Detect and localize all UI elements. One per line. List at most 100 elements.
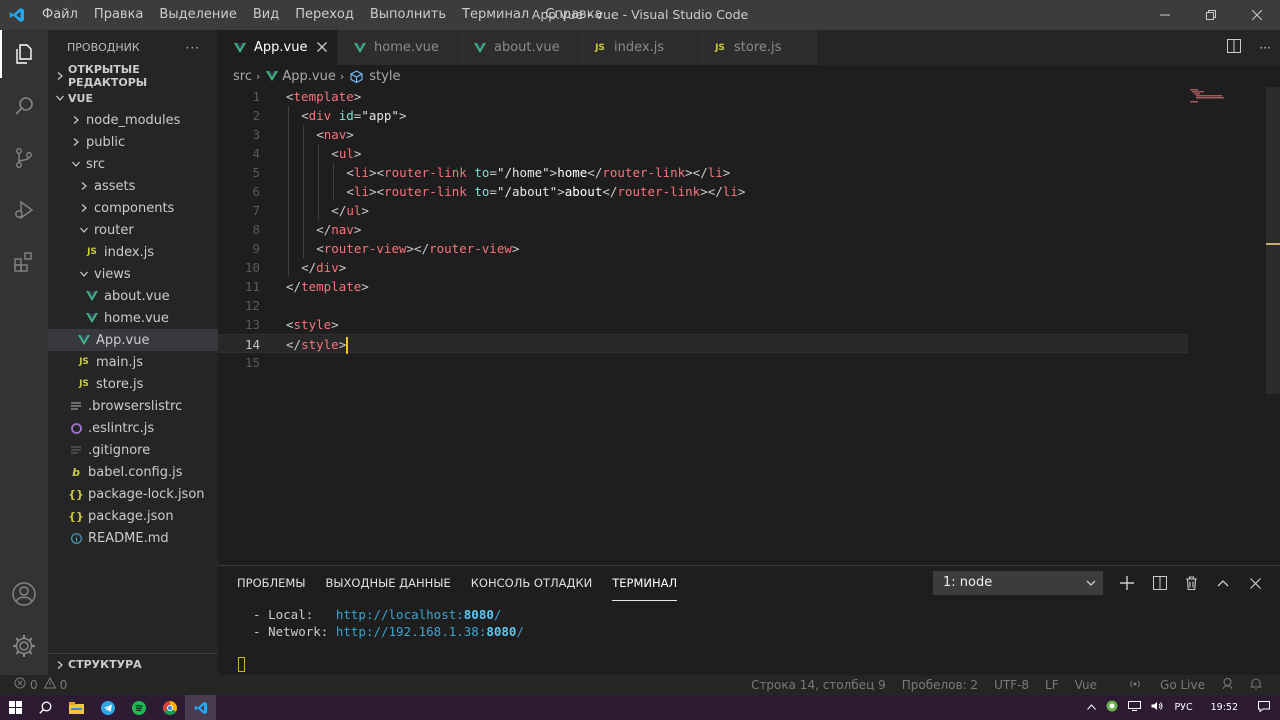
code-line: 13 <style> [218, 315, 1188, 334]
tree-file[interactable]: home.vue [48, 307, 218, 329]
editor-tab[interactable]: home.vue [338, 30, 458, 65]
source-control-icon[interactable] [0, 134, 48, 182]
menu-item[interactable]: Справка [537, 0, 610, 30]
breadcrumb-symbol[interactable]: style [369, 69, 400, 84]
minimap[interactable] [1186, 87, 1266, 117]
input-language[interactable]: РУС [1174, 702, 1192, 713]
accounts-icon[interactable] [0, 570, 48, 618]
code-token: li [707, 165, 723, 180]
restore-button[interactable] [1188, 0, 1234, 30]
tree-file[interactable]: about.vue [48, 285, 218, 307]
menu-item[interactable]: Терминал [454, 0, 537, 30]
tree-folder[interactable]: assets [48, 175, 218, 197]
tree-folder[interactable]: router [48, 219, 218, 241]
tree-folder[interactable]: node_modules [48, 109, 218, 131]
tree-file[interactable]: JS index.js [48, 241, 218, 263]
tree-file[interactable]: b babel.config.js [48, 461, 218, 483]
language-mode[interactable]: Vue [1075, 678, 1097, 692]
menu-item[interactable]: Переход [287, 0, 362, 30]
extensions-icon[interactable] [0, 238, 48, 286]
telegram-app-icon[interactable] [92, 695, 123, 720]
workspace-root-section[interactable]: VUE [48, 87, 218, 109]
run-debug-icon[interactable] [0, 186, 48, 234]
outline-section[interactable]: СТРУКТУРА [48, 653, 218, 675]
go-live-button[interactable]: Go Live [1113, 678, 1205, 693]
vscode-app-icon[interactable] [185, 695, 216, 720]
tree-file[interactable]: {} package-lock.json [48, 483, 218, 505]
split-terminal-icon[interactable] [1148, 571, 1172, 595]
menu-item[interactable]: Выполнить [362, 0, 454, 30]
code-token: nav [331, 222, 354, 237]
feedback-icon[interactable] [1221, 677, 1234, 693]
maximize-panel-icon[interactable] [1211, 571, 1235, 595]
notifications-bell-icon[interactable] [1250, 677, 1262, 693]
end-of-line[interactable]: LF [1045, 678, 1059, 692]
split-editor-icon[interactable] [1227, 38, 1242, 57]
open-editors-section[interactable]: ОТКРЫТЫЕ РЕДАКТОРЫ [48, 63, 218, 89]
tree-folder[interactable]: views [48, 263, 218, 285]
tree-file[interactable]: README.md [48, 527, 218, 549]
editor-scrollbar[interactable] [1266, 87, 1280, 394]
new-terminal-icon[interactable] [1115, 571, 1139, 595]
tree-file[interactable]: .eslintrc.js [48, 417, 218, 439]
tree-item-label: home.vue [104, 310, 169, 326]
problems-indicator[interactable]: 0 0 [14, 675, 67, 695]
close-tab-icon[interactable] [317, 40, 327, 56]
tree-file[interactable]: App.vue [48, 329, 218, 351]
tree-file[interactable]: .browserslistrc [48, 395, 218, 417]
search-icon[interactable] [0, 82, 48, 130]
explorer-icon[interactable] [0, 30, 48, 78]
tree-file[interactable]: .gitignore [48, 439, 218, 461]
tree-folder[interactable]: public [48, 131, 218, 153]
breadcrumb-file[interactable]: App.vue [282, 69, 335, 84]
code-token: < [331, 146, 339, 161]
clock[interactable]: 19:52 [1211, 702, 1238, 713]
editor-tab[interactable]: about.vue [458, 30, 578, 65]
settings-gear-icon[interactable] [0, 622, 48, 670]
tree-folder[interactable]: components [48, 197, 218, 219]
encoding[interactable]: UTF-8 [994, 678, 1029, 692]
taskbar-search-icon[interactable] [30, 695, 61, 720]
terminal-select[interactable]: 1: node [933, 571, 1103, 595]
close-panel-icon[interactable] [1243, 571, 1267, 595]
panel-tab[interactable]: КОНСОЛЬ ОТЛАДКИ [471, 566, 592, 601]
editor-tab[interactable]: JS store.js [698, 30, 818, 65]
more-actions-icon[interactable]: ··· [186, 41, 200, 55]
explorer-header: ПРОВОДНИК ··· [48, 30, 218, 65]
editor-tab[interactable]: App.vue [218, 30, 338, 65]
cursor-position[interactable]: Строка 14, столбец 9 [751, 678, 886, 692]
network-icon[interactable] [1128, 701, 1142, 714]
menu-item[interactable]: Файл [34, 0, 86, 30]
code-editor[interactable]: 1 <template> 2 <div id="app"> 3 <nav> 4 <ul> 5 <l… [218, 87, 1280, 565]
trash-icon[interactable] [1179, 571, 1203, 595]
chrome-app-icon[interactable] [154, 695, 185, 720]
tree-file[interactable]: JS store.js [48, 373, 218, 395]
panel-tab[interactable]: ПРОБЛЕМЫ [237, 566, 306, 601]
tree-item-label: package-lock.json [88, 486, 205, 502]
windows-start-icon[interactable] [0, 695, 30, 720]
panel-tab[interactable]: ВЫХОДНЫЕ ДАННЫЕ [326, 566, 451, 601]
file-explorer-app-icon[interactable] [61, 695, 92, 720]
menu-item[interactable]: Правка [86, 0, 151, 30]
spotify-app-icon[interactable] [123, 695, 154, 720]
more-actions-icon[interactable]: ··· [1259, 41, 1270, 55]
indentation[interactable]: Пробелов: 2 [902, 678, 978, 692]
tray-chevron-up-icon[interactable] [1087, 702, 1097, 713]
line-number: 5 [252, 165, 260, 180]
menu-item[interactable]: Вид [245, 0, 287, 30]
tray-app-icon[interactable] [1106, 700, 1118, 715]
minimize-button[interactable] [1142, 0, 1188, 30]
line-number: 7 [252, 203, 260, 218]
close-window-button[interactable] [1234, 0, 1280, 30]
tree-file[interactable]: {} package.json [48, 505, 218, 527]
breadcrumb-folder[interactable]: src [233, 69, 252, 84]
code-token: template [301, 279, 362, 294]
tree-file[interactable]: JS main.js [48, 351, 218, 373]
volume-icon[interactable] [1151, 701, 1164, 714]
tree-folder[interactable]: src [48, 153, 218, 175]
editor-tab[interactable]: JS index.js [578, 30, 698, 65]
menu-item[interactable]: Выделение [151, 0, 244, 30]
panel-tab[interactable]: ТЕРМИНАЛ [612, 566, 678, 601]
code-text: <div id="app"> [301, 106, 406, 125]
notification-center-icon[interactable] [1258, 700, 1270, 715]
